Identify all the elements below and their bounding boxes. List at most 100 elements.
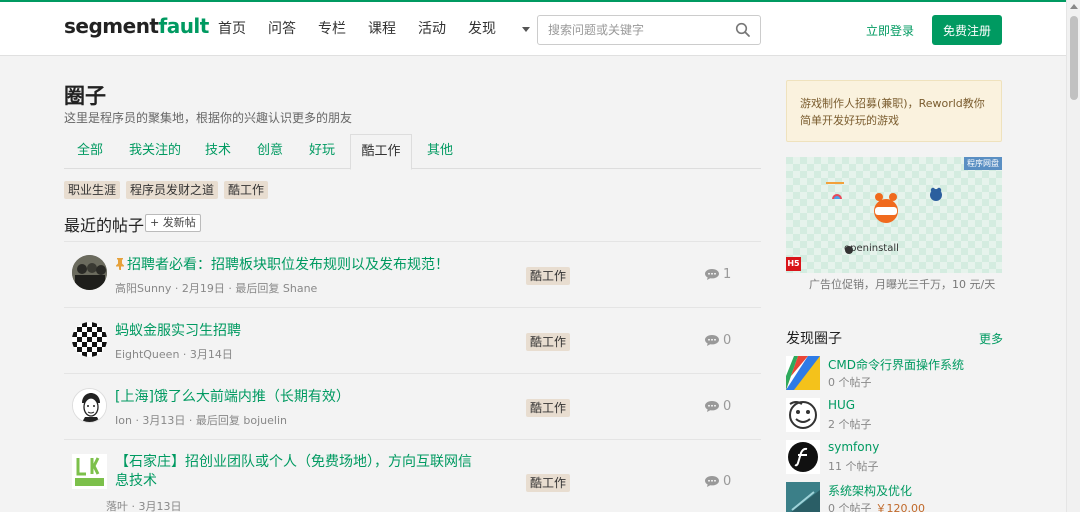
ad-caption[interactable]: 广告位促销，月曝光三千万，10 元/天 xyxy=(809,276,995,292)
comment-icon xyxy=(705,476,719,487)
h5-badge-icon: H5 xyxy=(786,257,801,271)
circle-post-count: 2 个帖子 xyxy=(828,418,872,431)
checkerboard-icon xyxy=(72,322,107,357)
circle-item[interactable]: CMD命令行界面操作系统 0 个帖子 xyxy=(786,356,1002,390)
post-tag[interactable]: 酷工作 xyxy=(526,399,571,417)
search-box xyxy=(537,15,761,45)
post-row: 招聘者必看：招聘板块职位发布规则以及发布规范！ 高阳Sunny · 2月19日 … xyxy=(64,241,761,307)
circle-post-count: 11 个帖子 xyxy=(828,460,879,473)
post-tag[interactable]: 酷工作 xyxy=(526,474,571,492)
page-title: 圈子 xyxy=(64,84,106,108)
logo-text-accent: fault xyxy=(158,14,210,38)
post-title[interactable]: [上海]饿了么大前端内推（长期有效） xyxy=(115,387,475,407)
ad-illustration xyxy=(786,157,1002,273)
post-tag[interactable]: 酷工作 xyxy=(526,267,571,285)
post-title[interactable]: 【石家庄】招创业团队或个人（免费场地），方向互联网信息技术 xyxy=(115,453,475,491)
post-tag[interactable]: 酷工作 xyxy=(526,333,571,351)
nav-events[interactable]: 活动 xyxy=(418,19,446,39)
search-icon[interactable] xyxy=(735,22,751,38)
tag-career[interactable]: 职业生涯 xyxy=(64,181,121,199)
page-scrollbar[interactable] xyxy=(1066,0,1080,512)
circle-item[interactable]: 系统架构及优化 0 个帖子 ￥120.00 xyxy=(786,482,1002,512)
tab-following[interactable]: 我关注的 xyxy=(120,134,190,169)
hug-circle-icon xyxy=(786,398,820,432)
comment-count: 0 xyxy=(705,399,731,414)
circle-post-count-value: 0 个帖子 xyxy=(828,502,872,512)
pin-icon xyxy=(116,258,124,270)
post-row: 【石家庄】招创业团队或个人（免费场地），方向互联网信息技术 落叶 · 3月13日… xyxy=(64,439,761,512)
post-row: 蚂蚁金服实习生招聘 EightQueen · 3月14日 酷工作 0 xyxy=(64,307,761,373)
comment-count-value: 0 xyxy=(723,399,732,414)
tab-creative[interactable]: 创意 xyxy=(246,134,294,169)
circle-post-count: 0 个帖子 xyxy=(828,376,872,389)
search-input[interactable] xyxy=(538,16,728,44)
tab-tech[interactable]: 技术 xyxy=(194,134,242,169)
page-subtitle: 这里是程序员的聚集地，根据你的兴趣认识更多的朋友 xyxy=(64,111,353,125)
tab-other[interactable]: 其他 xyxy=(416,134,464,169)
logo-text-main: segment xyxy=(64,14,159,38)
tab-cool-jobs[interactable]: 酷工作 xyxy=(350,134,412,170)
site-logo[interactable]: segmentfault xyxy=(64,14,209,38)
text-ad-banner[interactable]: 游戏制作人招募(兼职)，Reworld教你简单开发好玩的游戏 xyxy=(786,80,1002,142)
circle-name: 系统架构及优化 xyxy=(828,484,913,498)
new-post-button[interactable]: + 发新帖 xyxy=(145,214,201,232)
nav-columns[interactable]: 专栏 xyxy=(318,19,346,39)
post-meta: 高阳Sunny · 2月19日 · 最后回复 Shane xyxy=(115,282,318,295)
tag-money[interactable]: 程序员发财之道 xyxy=(126,181,219,199)
cmd-circle-icon xyxy=(786,356,820,390)
chevron-down-icon xyxy=(522,26,530,32)
avatar[interactable] xyxy=(72,454,107,489)
post-meta: 落叶 · 3月13日 xyxy=(106,500,182,512)
nav-questions[interactable]: 问答 xyxy=(268,19,296,39)
post-title[interactable]: 蚂蚁金服实习生招聘 xyxy=(115,321,475,341)
scroll-up-icon[interactable] xyxy=(1070,4,1078,9)
tab-fun[interactable]: 好玩 xyxy=(298,134,346,169)
comment-icon xyxy=(705,401,719,412)
post-title[interactable]: 招聘者必看：招聘板块职位发布规则以及发布规范！ xyxy=(115,255,475,275)
comment-icon xyxy=(705,269,719,280)
ushow-logo-icon xyxy=(72,454,107,489)
avatar[interactable] xyxy=(72,322,107,357)
post-meta: Ion · 3月13日 · 最后回复 bojuelin xyxy=(115,414,288,427)
post-title-text: 招聘者必看：招聘板块职位发布规则以及发布规范！ xyxy=(127,257,449,273)
comment-icon xyxy=(705,335,719,346)
avatar[interactable] xyxy=(72,388,107,423)
top-navbar: segmentfault 首页 问答 专栏 课程 活动 发现 立即登录 免费注册 xyxy=(0,0,1066,56)
ad-brand: openinstall xyxy=(844,243,899,254)
post-meta: EightQueen · 3月14日 xyxy=(115,348,233,361)
scrollbar-thumb[interactable] xyxy=(1070,16,1078,100)
avatar[interactable] xyxy=(72,255,107,290)
circle-name: symfony xyxy=(828,440,880,454)
nav-courses[interactable]: 课程 xyxy=(368,19,396,39)
tag-cool-jobs[interactable]: 酷工作 xyxy=(224,181,269,199)
tag-list: 职业生涯 程序员发财之道 酷工作 xyxy=(64,181,269,199)
circle-item[interactable]: symfony 11 个帖子 xyxy=(786,440,1002,474)
comment-count: 0 xyxy=(705,333,731,348)
face-sketch-icon xyxy=(73,389,106,422)
nav-discover[interactable]: 发现 xyxy=(468,19,530,39)
comment-count: 1 xyxy=(705,267,731,282)
category-tabs: 全部 我关注的 技术 创意 好玩 酷工作 其他 xyxy=(64,134,761,170)
circle-name: HUG xyxy=(828,398,856,412)
circle-post-count: 0 个帖子 ￥120.00 xyxy=(828,500,925,512)
circles-title: 发现圈子 xyxy=(786,331,842,347)
circles-more-link[interactable]: 更多 xyxy=(979,330,1003,347)
comment-count: 0 xyxy=(705,474,731,489)
nav-home[interactable]: 首页 xyxy=(218,19,246,39)
register-button[interactable]: 免费注册 xyxy=(932,15,1002,45)
circle-item[interactable]: HUG 2 个帖子 xyxy=(786,398,1002,432)
login-link[interactable]: 立即登录 xyxy=(866,22,914,39)
post-row: [上海]饿了么大前端内推（长期有效） Ion · 3月13日 · 最后回复 bo… xyxy=(64,373,761,439)
tab-all[interactable]: 全部 xyxy=(64,134,116,169)
comment-count-value: 1 xyxy=(723,267,732,282)
symfony-logo-icon xyxy=(786,440,820,474)
architecture-circle-icon xyxy=(786,482,820,512)
circle-price: ￥120.00 xyxy=(875,502,926,512)
group-photo-icon xyxy=(72,255,107,290)
nav-discover-label: 发现 xyxy=(468,21,496,37)
image-ad-banner[interactable]: 程序网盘 openinstall xyxy=(786,157,1002,273)
main-nav: 首页 问答 专栏 课程 活动 发现 xyxy=(218,19,552,39)
comment-count-value: 0 xyxy=(723,474,732,489)
comment-count-value: 0 xyxy=(723,333,732,348)
circle-name: CMD命令行界面操作系统 xyxy=(828,358,964,372)
